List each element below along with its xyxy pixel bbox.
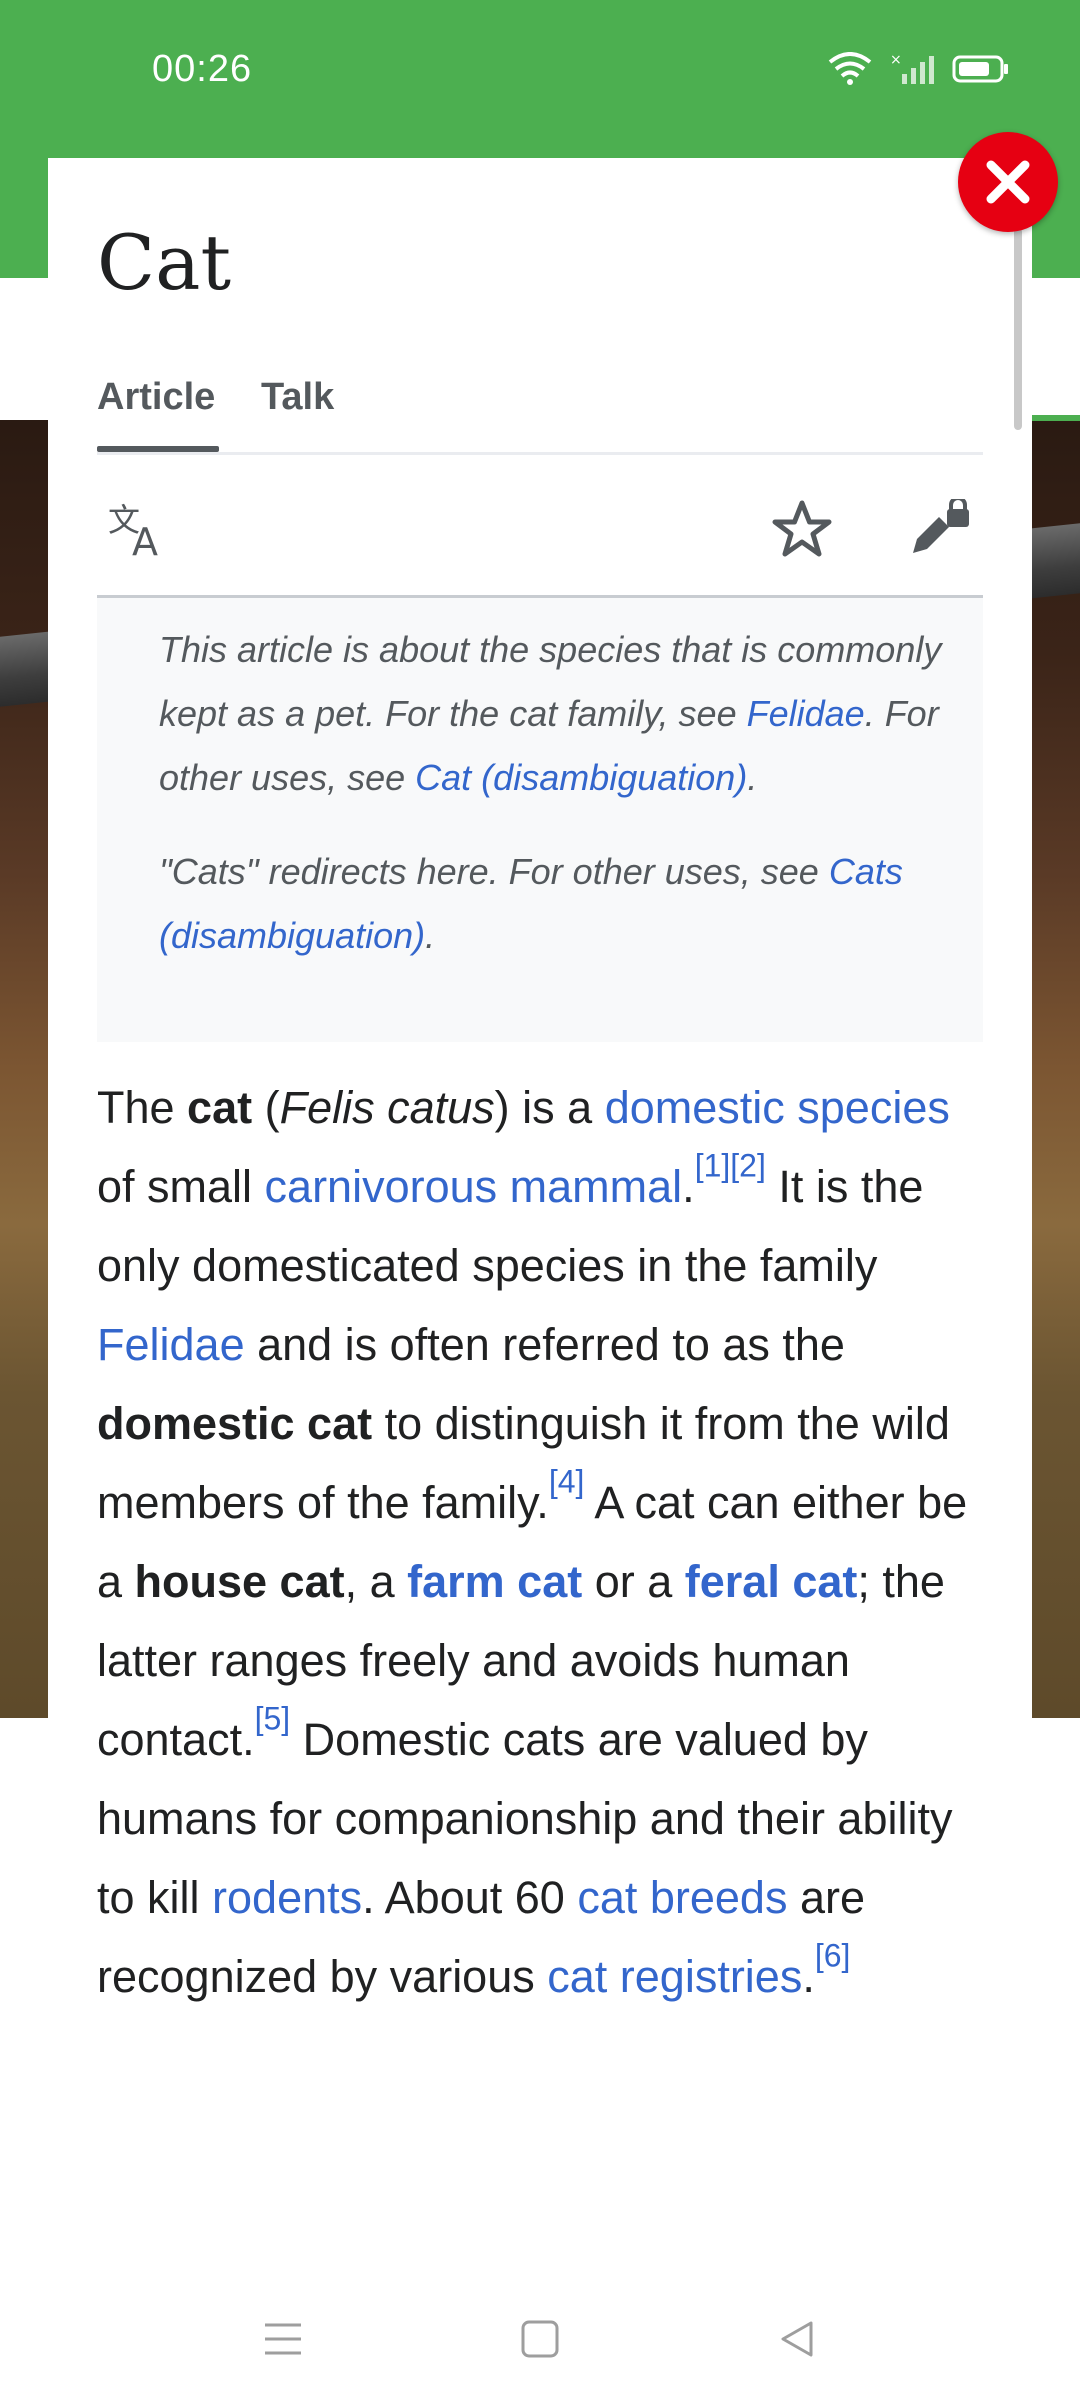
- dialog-scrollbar[interactable]: [1014, 228, 1022, 430]
- close-button[interactable]: [958, 132, 1058, 232]
- battery-icon: [952, 55, 1008, 83]
- reference-6[interactable]: [6]: [815, 1937, 851, 1973]
- edit-lock-icon[interactable]: [905, 495, 975, 565]
- link-cat-breeds[interactable]: cat breeds: [577, 1872, 787, 1923]
- link-carnivorous-mammal[interactable]: carnivorous mammal: [265, 1161, 683, 1212]
- close-icon: [986, 160, 1030, 204]
- scientific-name: Felis catus: [279, 1082, 495, 1133]
- svg-text:×: ×: [890, 52, 902, 68]
- reference-4[interactable]: [4]: [549, 1463, 585, 1499]
- wifi-icon: [828, 52, 872, 85]
- article-lead-paragraph: The cat (Felis catus) is a domestic spec…: [97, 1068, 997, 2016]
- status-time: 00:26: [152, 48, 253, 90]
- hatnote-text: .: [425, 915, 436, 956]
- article-text: (: [252, 1082, 280, 1133]
- link-cat-registries[interactable]: cat registries: [547, 1951, 802, 2002]
- reference-2[interactable]: [2]: [730, 1147, 766, 1183]
- background-accent: [1030, 415, 1080, 421]
- reference-1[interactable]: [1]: [695, 1147, 731, 1183]
- status-bar: 00:26 ×: [0, 0, 1080, 140]
- hatnote-paragraph: This article is about the species that i…: [159, 618, 949, 810]
- hatnote-paragraph: "Cats" redirects here. For other uses, s…: [159, 840, 949, 968]
- translate-icon[interactable]: 文 A: [105, 495, 175, 565]
- page-actions-toolbar: 文 A: [97, 455, 983, 598]
- link-cat-disambiguation[interactable]: Cat (disambiguation): [415, 757, 747, 798]
- article-tabs: Article Talk: [97, 370, 983, 455]
- article-text: ) is a: [494, 1082, 605, 1133]
- back-button[interactable]: [762, 2308, 832, 2370]
- article-text: .: [682, 1161, 695, 1212]
- article-text: , a: [344, 1556, 408, 1607]
- article-text: The: [97, 1082, 188, 1133]
- hatnote-text: "Cats" redirects here. For other uses, s…: [159, 851, 829, 892]
- reference-5[interactable]: [5]: [255, 1700, 291, 1736]
- signal-icon: ×: [890, 52, 934, 84]
- back-triangle-icon: [781, 2321, 813, 2357]
- article-text: . About 60: [362, 1872, 578, 1923]
- hatnote: This article is about the species that i…: [97, 598, 983, 1042]
- svg-text:A: A: [132, 520, 158, 559]
- link-felidae-article[interactable]: Felidae: [97, 1319, 245, 1370]
- tab-article[interactable]: Article: [97, 376, 215, 419]
- link-feral-cat[interactable]: feral cat: [685, 1556, 858, 1607]
- link-domestic-species[interactable]: domestic species: [605, 1082, 950, 1133]
- home-square-icon: [521, 2320, 559, 2358]
- article-text: and is often referred to as the: [244, 1319, 845, 1370]
- article-bold-term: cat: [187, 1082, 253, 1133]
- article-text: of small: [97, 1161, 265, 1212]
- home-button[interactable]: [505, 2308, 575, 2370]
- status-icons: ×: [828, 52, 1010, 86]
- link-felidae[interactable]: Felidae: [747, 693, 865, 734]
- article-bold-term: domestic cat: [97, 1398, 373, 1449]
- page-title: Cat: [97, 218, 232, 307]
- recent-apps-button[interactable]: [248, 2308, 318, 2370]
- tab-talk[interactable]: Talk: [261, 376, 334, 419]
- link-farm-cat[interactable]: farm cat: [407, 1556, 582, 1607]
- article-bold-term: house cat: [134, 1556, 345, 1607]
- link-rodents[interactable]: rodents: [212, 1872, 362, 1923]
- article-text: .: [802, 1951, 815, 2002]
- hatnote-text: .: [747, 757, 758, 798]
- menu-icon: [265, 2323, 301, 2355]
- system-navigation-bar: [0, 2278, 1080, 2400]
- article-text: or a: [582, 1556, 685, 1607]
- active-tab-indicator: [97, 446, 219, 452]
- star-icon[interactable]: [767, 495, 837, 565]
